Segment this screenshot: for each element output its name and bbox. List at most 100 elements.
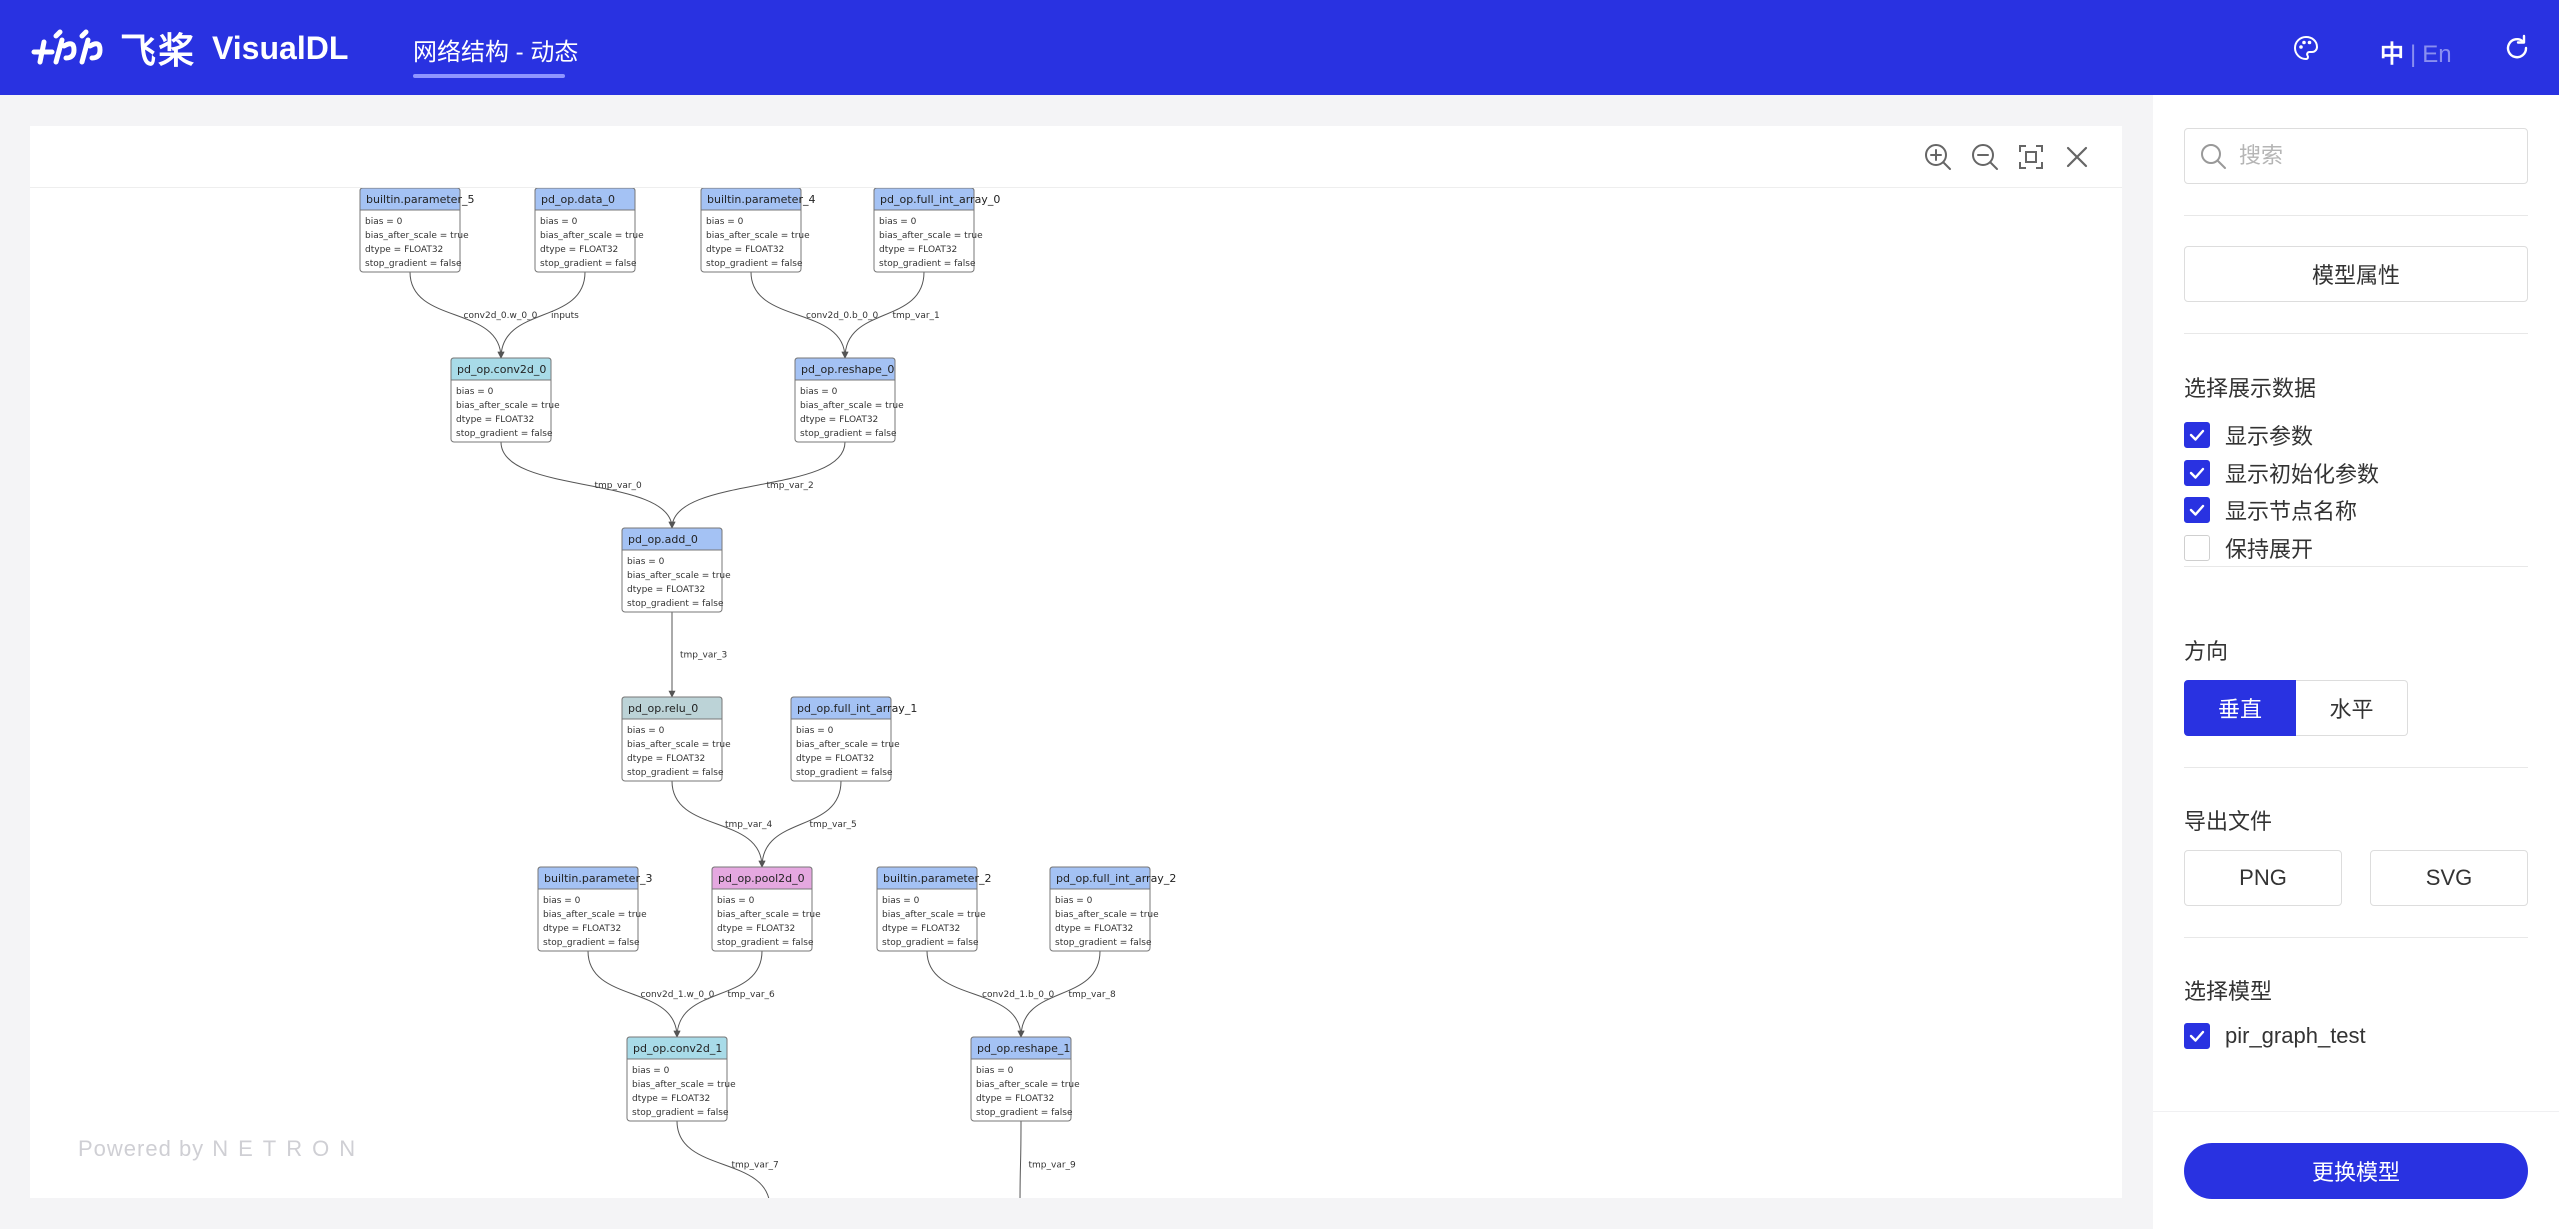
palette-icon[interactable] bbox=[2292, 34, 2320, 62]
node-title: pd_op.conv2d_0 bbox=[457, 363, 546, 376]
node-attribute: stop_gradient = false bbox=[540, 259, 637, 269]
direction-horizontal-button[interactable]: 水平 bbox=[2296, 680, 2408, 736]
node-attribute: stop_gradient = false bbox=[717, 938, 814, 948]
search-box[interactable] bbox=[2184, 128, 2528, 184]
graph-node[interactable]: pd_op.add_0bias = 0 bias_after_scale = tr… bbox=[621, 527, 731, 613]
node-attribute: bias_after_scale = true bbox=[976, 1080, 1080, 1090]
node-attribute: dtype = FLOAT32 bbox=[882, 924, 960, 934]
fit-screen-icon[interactable] bbox=[2016, 142, 2046, 172]
graph-canvas[interactable]: conv2d_0.w_0_0 inputs conv2d_0.b_0_0 tmp_va… bbox=[30, 188, 2122, 1198]
checkbox[interactable] bbox=[2184, 534, 2210, 561]
node-attribute: bias_after_scale = true bbox=[796, 740, 900, 750]
graph-node[interactable]: pd_op.conv2d_0bias = 0 bias_after_scale =… bbox=[450, 357, 560, 443]
node-title: pd_op.full_int_array_2 bbox=[1056, 872, 1176, 885]
graph-node[interactable]: builtin.parameter_3bias = 0 bias_after_sc… bbox=[537, 866, 652, 952]
node-attribute: bias_after_scale = true bbox=[627, 571, 731, 581]
display-option-1[interactable]: 显示初始化参数 bbox=[2184, 459, 2379, 487]
zoom-in-icon[interactable] bbox=[1923, 142, 1953, 172]
language-switcher[interactable]: 中 | En bbox=[2380, 34, 2452, 69]
export-svg-button[interactable]: SVG bbox=[2370, 850, 2528, 906]
direction-vertical-button[interactable]: 垂直 bbox=[2184, 680, 2296, 736]
edge bbox=[668, 441, 846, 529]
graph-node[interactable]: pd_op.relu_0bias = 0 bias_after_scale = t… bbox=[621, 696, 731, 782]
graph-node[interactable]: pd_op.conv2d_1bias = 0 bias_after_scale =… bbox=[626, 1036, 736, 1122]
divider bbox=[2153, 1111, 2559, 1112]
graph-node[interactable]: builtin.parameter_5bias = 0 bias_after_sc… bbox=[359, 188, 474, 273]
logo-text-en: VisualDL bbox=[212, 29, 349, 66]
node-attribute: bias = 0 bbox=[976, 1066, 1014, 1076]
graph-node[interactable]: builtin.parameter_4bias = 0 bias_after_sc… bbox=[700, 188, 815, 273]
graph-node[interactable]: pd_op.reshape_0bias = 0 bias_after_scale … bbox=[794, 357, 904, 443]
graph-node[interactable]: pd_op.full_int_array_1bias = 0 bias_after… bbox=[790, 696, 917, 782]
divider bbox=[2184, 937, 2528, 938]
checkbox[interactable] bbox=[2184, 497, 2210, 523]
edge-label: conv2d_0.w_0_0 bbox=[464, 311, 538, 321]
node-attribute: bias = 0 bbox=[882, 896, 920, 906]
node-attribute: stop_gradient = false bbox=[1055, 938, 1152, 948]
checkmark-icon bbox=[2189, 429, 2205, 441]
node-attribute: stop_gradient = false bbox=[627, 599, 724, 609]
display-option-2[interactable]: 显示节点名称 bbox=[2184, 497, 2358, 524]
model-option-0[interactable]: pir_graph_test bbox=[2184, 1023, 2366, 1049]
node-attribute: bias_after_scale = true bbox=[717, 910, 821, 920]
checkbox[interactable] bbox=[2184, 422, 2210, 448]
node-title: builtin.parameter_4 bbox=[707, 193, 815, 206]
node-attribute: bias_after_scale = true bbox=[800, 401, 904, 411]
close-icon[interactable] bbox=[2062, 142, 2092, 172]
node-attribute: stop_gradient = false bbox=[632, 1108, 729, 1118]
node-title: builtin.parameter_5 bbox=[366, 193, 474, 206]
edge-label: tmp_var_3 bbox=[680, 651, 727, 661]
checkmark-icon bbox=[2189, 467, 2205, 479]
checkbox[interactable] bbox=[2184, 1023, 2210, 1049]
node-attribute: bias = 0 bbox=[706, 217, 744, 227]
direction-title: 方向 bbox=[2184, 639, 2229, 664]
logo[interactable]: 飞桨 VisualDL bbox=[30, 26, 349, 71]
node-attribute: bias_after_scale = true bbox=[627, 740, 731, 750]
graph-node[interactable]: pd_op.pool2d_0bias = 0 bias_after_scale =… bbox=[711, 866, 821, 952]
node-attribute: bias_after_scale = true bbox=[706, 231, 810, 241]
node-attribute: bias_after_scale = true bbox=[632, 1080, 736, 1090]
node-attribute: bias = 0 bbox=[800, 387, 838, 397]
export-png-button[interactable]: PNG bbox=[2184, 850, 2342, 906]
refresh-icon[interactable] bbox=[2503, 34, 2531, 62]
zoom-out-icon[interactable] bbox=[1970, 142, 2000, 172]
checkbox-label: 显示参数 bbox=[2225, 424, 2314, 449]
graph-node[interactable]: pd_op.full_int_array_2bias = 0 bias_after… bbox=[1049, 866, 1176, 952]
node-attribute: bias_after_scale = true bbox=[543, 910, 647, 920]
node-attribute: stop_gradient = false bbox=[882, 938, 979, 948]
node-attribute: bias_after_scale = true bbox=[882, 910, 986, 920]
graph-node[interactable]: pd_op.reshape_1bias = 0 bias_after_scale … bbox=[970, 1036, 1080, 1122]
paddle-logo-icon bbox=[31, 29, 103, 65]
display-option-0[interactable]: 显示参数 bbox=[2184, 422, 2314, 449]
graph-node[interactable]: pd_op.full_int_array_0bias = 0 bias_after… bbox=[873, 188, 1000, 273]
search-input[interactable] bbox=[2239, 143, 2519, 169]
node-attribute: dtype = FLOAT32 bbox=[365, 245, 443, 255]
node-title: pd_op.data_0 bbox=[541, 193, 615, 206]
model-properties-button[interactable]: 模型属性 bbox=[2184, 246, 2528, 302]
node-attribute: stop_gradient = false bbox=[365, 259, 462, 269]
node-title: pd_op.relu_0 bbox=[628, 702, 698, 715]
node-attribute: dtype = FLOAT32 bbox=[796, 754, 874, 764]
checkbox-label: pir_graph_test bbox=[2225, 1023, 2366, 1048]
node-attribute: bias = 0 bbox=[540, 217, 578, 227]
display-option-3[interactable]: 保持展开 bbox=[2184, 534, 2314, 562]
logo-text-cn: 飞桨 bbox=[120, 30, 197, 71]
lang-en[interactable]: En bbox=[2422, 41, 2451, 68]
nav-tab-graph-dynamic[interactable]: 网络结构 - 动态 bbox=[413, 32, 578, 67]
node-attribute: dtype = FLOAT32 bbox=[632, 1094, 710, 1104]
graph-node[interactable]: pd_op.data_0bias = 0 bias_after_scale = t… bbox=[534, 188, 644, 273]
change-model-button[interactable]: 更换模型 bbox=[2184, 1143, 2528, 1199]
checkbox[interactable] bbox=[2184, 459, 2210, 486]
powered-by-text: Powered by bbox=[78, 1136, 205, 1161]
node-attribute: stop_gradient = false bbox=[456, 429, 553, 439]
checkbox-label: 显示节点名称 bbox=[2225, 499, 2358, 524]
lang-zh[interactable]: 中 bbox=[2380, 41, 2404, 68]
graph-node[interactable]: builtin.parameter_2bias = 0 bias_after_sc… bbox=[876, 866, 991, 952]
checkbox-label: 保持展开 bbox=[2225, 536, 2314, 562]
netron-brand: NETRON bbox=[212, 1136, 366, 1161]
lang-separator: | bbox=[2410, 41, 2417, 68]
direction-toggle: 垂直 水平 bbox=[2184, 680, 2408, 736]
node-attribute: dtype = FLOAT32 bbox=[706, 245, 784, 255]
node-attribute: bias = 0 bbox=[796, 726, 834, 736]
edge-label: tmp_var_9 bbox=[1029, 1161, 1077, 1171]
